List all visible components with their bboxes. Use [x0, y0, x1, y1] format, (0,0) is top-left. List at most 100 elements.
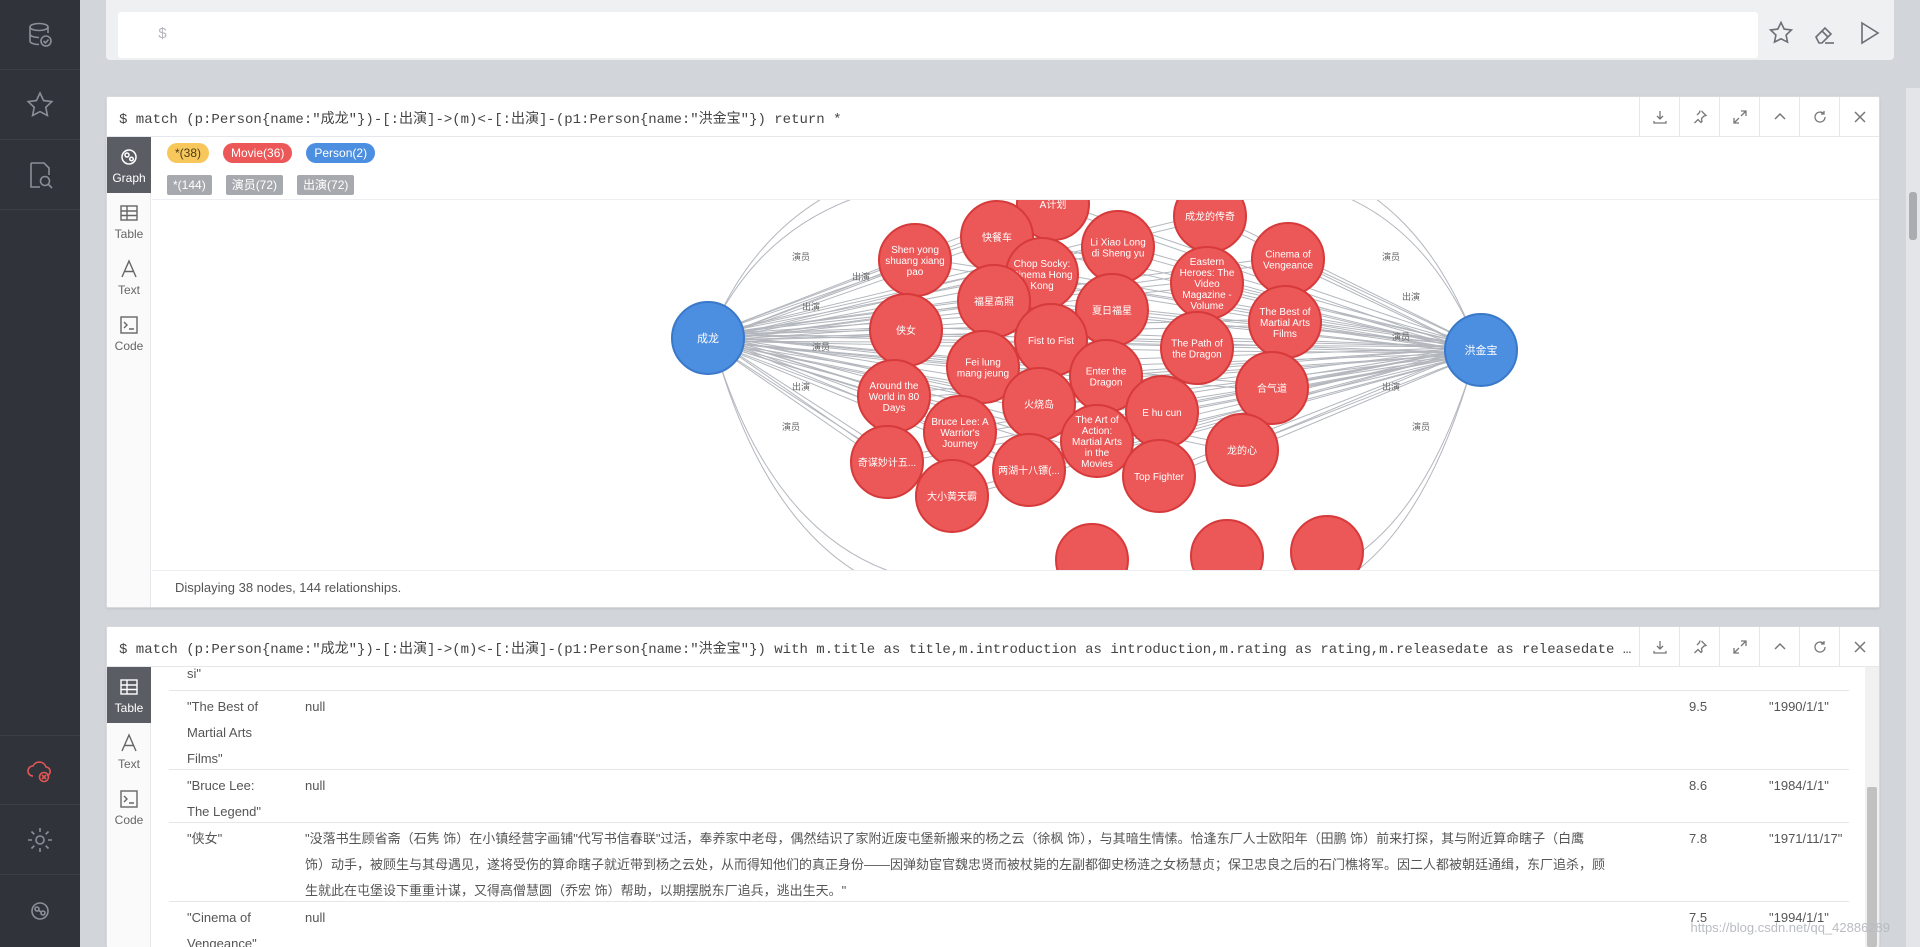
frame-query-text[interactable]: $ match (p:Person{name:"成龙"})-[:出演]->(m)…	[119, 108, 1639, 128]
clear-eraser-icon[interactable]	[1810, 18, 1840, 48]
fullscreen-icon[interactable]	[1719, 627, 1759, 667]
database-icon[interactable]	[0, 0, 80, 70]
tab-graph-label: Graph	[112, 170, 146, 185]
node-label-person[interactable]: Person(2)	[306, 143, 376, 163]
tab-code[interactable]: Code	[107, 779, 151, 835]
movie-node: 侠女	[869, 293, 943, 367]
rel-type-all[interactable]: *(144)	[167, 175, 212, 195]
node-label-all[interactable]: *(38)	[167, 143, 210, 163]
cell-introduction: null	[305, 910, 326, 925]
movie-node-label: The Best of	[1259, 307, 1310, 318]
settings-gear-icon[interactable]	[0, 805, 80, 875]
fullscreen-icon[interactable]	[1719, 97, 1759, 137]
table-row: "Cinema of Vengeance" null 7.5 "1994/1/1…	[169, 902, 1849, 947]
movie-node: The Path ofthe Dragon	[1160, 311, 1234, 385]
movie-node: 大小黄天霸	[915, 459, 989, 533]
graph-visualization[interactable]: 演员出演出演演员出演演员演员出演演员出演演员A计划成龙的传奇快餐车 Li Xiao…	[152, 200, 1880, 571]
cloud-disconnected-icon[interactable]	[0, 735, 80, 805]
favorites-star-icon[interactable]	[0, 70, 80, 140]
tab-text[interactable]: Text	[107, 723, 151, 779]
edge-label: 出演	[1402, 291, 1420, 303]
cell-title: "侠女"	[187, 831, 223, 846]
query-editor-bar: $	[106, 0, 1894, 60]
movie-node-label: Magazine -	[1182, 290, 1231, 301]
table-row: "Bruce Lee: The Legend" null 8.6 "1984/1…	[169, 770, 1849, 823]
movie-node: 奇谋妙计五...	[850, 425, 924, 499]
movie-node-label: 福星高照	[974, 295, 1014, 308]
node-label-legend: *(38) Movie(36) Person(2)	[167, 143, 376, 163]
rerun-icon[interactable]	[1799, 97, 1839, 137]
page-scrollbar[interactable]	[1906, 88, 1920, 947]
tab-table-label: Table	[114, 226, 144, 241]
frame-header: $ match (p:Person{name:"成龙"})-[:出演]->(m)…	[107, 97, 1879, 137]
cell-releasedate: "1971/11/17"	[1769, 831, 1843, 846]
download-icon[interactable]	[1639, 627, 1679, 667]
rerun-icon[interactable]	[1799, 627, 1839, 667]
movie-node-label: Top Fighter	[1134, 472, 1185, 483]
query-editor-input[interactable]: $	[118, 12, 1758, 58]
result-table: si" "The Best of Martial Arts Films" nul…	[169, 667, 1849, 947]
edge-label: 出演	[792, 381, 810, 393]
movie-node-label: Martial Arts	[1072, 437, 1122, 448]
movie-node-label: Eastern	[1190, 257, 1224, 268]
movie-node-label: Warrior's	[940, 428, 979, 439]
cell-introduction: "没落书生顾省斋（石隽 饰）在小镇经营字画铺"代写书信春联"过活，奉养家中老母，…	[305, 831, 1606, 898]
watermark-text: https://blog.csdn.net/qq_42886289	[1690, 920, 1891, 935]
tab-code[interactable]: Code	[107, 305, 151, 361]
edge-label: 演员	[782, 421, 800, 433]
movie-node-label: 夏日福星	[1092, 304, 1132, 317]
tab-table-label: Table	[114, 700, 144, 715]
movie-node	[1055, 523, 1129, 570]
frame-query-text[interactable]: $ match (p:Person{name:"成龙"})-[:出演]->(m)…	[119, 638, 1639, 658]
relationship-edge	[707, 233, 998, 336]
movie-node: Li Xiao Longdi Sheng yu	[1081, 210, 1155, 284]
cell-introduction: null	[305, 778, 326, 793]
tab-table[interactable]: Table	[107, 667, 151, 723]
collapse-chevron-icon[interactable]	[1759, 627, 1799, 667]
movie-node-label: Fei lung	[965, 358, 1001, 369]
table-scrollbar[interactable]	[1865, 667, 1879, 947]
neo4j-logo-icon[interactable]	[0, 875, 80, 945]
movie-node-label: Enter the	[1086, 367, 1127, 378]
edge-label: 出演	[1382, 381, 1400, 393]
node-label-movie[interactable]: Movie(36)	[223, 143, 293, 163]
close-icon[interactable]	[1839, 627, 1879, 667]
collapse-chevron-icon[interactable]	[1759, 97, 1799, 137]
movie-node: E hu cun	[1125, 375, 1199, 449]
pin-icon[interactable]	[1679, 627, 1719, 667]
movie-node-label: Shen yong	[891, 245, 939, 256]
tab-table[interactable]: Table	[107, 193, 151, 249]
movie-node-label: 两湖十八镖(...	[998, 464, 1060, 477]
rel-type-actor[interactable]: 演员(72)	[225, 175, 284, 195]
pin-icon[interactable]	[1679, 97, 1719, 137]
movie-node	[1190, 519, 1264, 570]
cell-releasedate: "1984/1/1"	[1769, 778, 1829, 793]
favorite-star-icon[interactable]	[1766, 18, 1796, 48]
table-row: "侠女" "没落书生顾省斋（石隽 饰）在小镇经营字画铺"代写书信春联"过活，奉养…	[169, 823, 1849, 902]
edge-label: 演员	[1382, 251, 1400, 263]
movie-node-label: Fist to Fist	[1028, 336, 1074, 347]
tab-text[interactable]: Text	[107, 249, 151, 305]
relationship-type-legend: *(144) 演员(72) 出演(72)	[167, 175, 355, 195]
tab-graph[interactable]: Graph	[107, 137, 151, 193]
rel-type-acted-in[interactable]: 出演(72)	[297, 175, 355, 195]
edge-label: 演员	[1392, 331, 1410, 343]
graph-canvas[interactable]: 演员 出演 出演 演员 出演 演员 演员 出演 演员 出演 演员 A计划 成龙的传奇 快餐车 Li Xiao…	[152, 199, 1880, 571]
close-icon[interactable]	[1839, 97, 1879, 137]
cell-rating: 9.5	[1689, 699, 1708, 714]
cell-rating: 7.8	[1689, 831, 1708, 846]
run-play-icon[interactable]	[1854, 18, 1884, 48]
movie-node-label: 成龙的传奇	[1185, 210, 1235, 223]
movie-node-label: Movies	[1081, 459, 1113, 470]
movie-node-label: 龙的心	[1227, 444, 1257, 457]
movie-node-label: World in 80	[869, 392, 920, 403]
movie-node-label: mang jeung	[957, 369, 1009, 380]
documents-search-icon[interactable]	[0, 140, 80, 210]
movie-node-label: the Dragon	[1172, 350, 1221, 361]
download-icon[interactable]	[1639, 97, 1679, 137]
edge-label: 出演	[852, 271, 870, 283]
movie-node-label: Days	[883, 403, 906, 414]
movie-node: 合气道	[1235, 351, 1309, 425]
movie-node-label: Films	[1273, 329, 1297, 340]
graph-result-frame: $ match (p:Person{name:"成龙"})-[:出演]->(m)…	[106, 96, 1880, 608]
